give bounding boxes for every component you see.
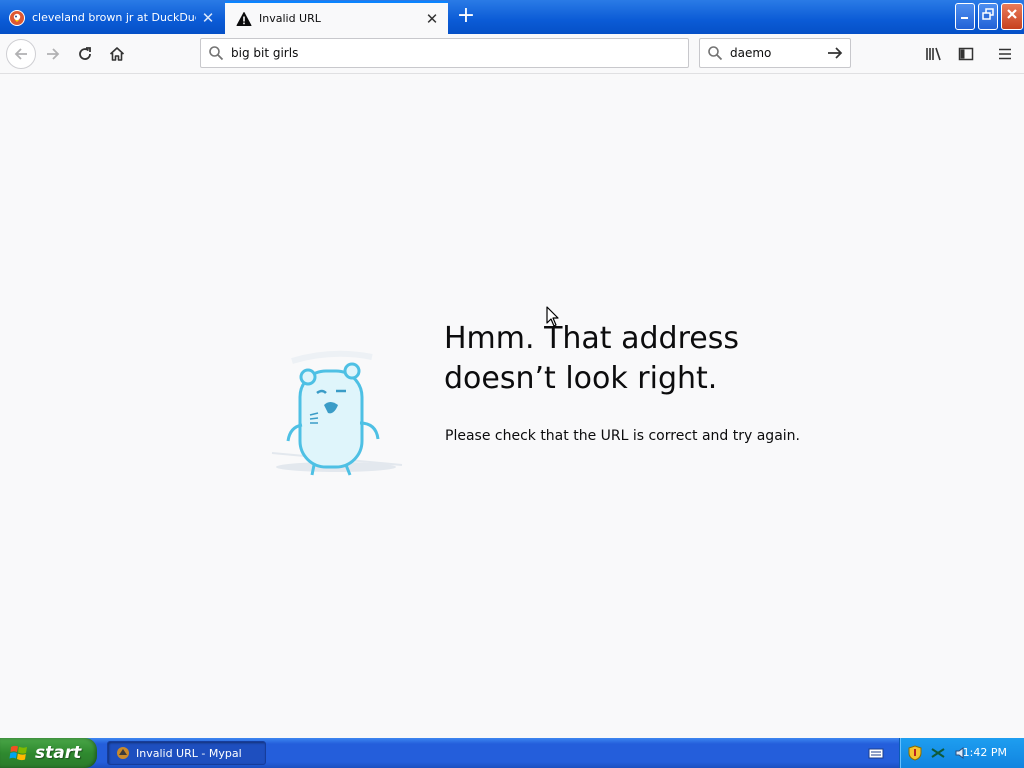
restore-button[interactable]	[978, 3, 998, 30]
warning-icon	[236, 11, 252, 26]
minimize-icon	[961, 17, 968, 19]
search-bar[interactable]	[699, 38, 851, 68]
close-tab-icon[interactable]: ✕	[420, 10, 444, 28]
url-input[interactable]	[231, 40, 688, 66]
taskbar-item-label: Invalid URL - Mypal	[136, 746, 242, 760]
hamburger-menu-icon	[999, 48, 1011, 60]
close-tab-icon[interactable]: ✕	[196, 9, 220, 27]
search-icon	[700, 45, 730, 61]
error-description: Please check that the URL is correct and…	[445, 428, 800, 444]
start-label: start	[35, 743, 82, 763]
reload-icon	[79, 47, 91, 60]
duckduckgo-icon	[9, 9, 25, 26]
clock: 1:42 PM	[962, 746, 1007, 759]
forward-button[interactable]	[39, 40, 67, 68]
minimize-button[interactable]	[955, 3, 975, 30]
confused-hamster-icon	[271, 350, 403, 476]
close-window-button[interactable]	[1001, 3, 1023, 30]
system-tray: 1:42 PM	[899, 738, 1024, 768]
tab-label: Invalid URL	[259, 12, 321, 25]
forward-arrow-icon	[47, 48, 60, 60]
sidebar-icon	[958, 47, 974, 61]
taskbar: start Invalid URL - Mypal 1:42 PM	[0, 738, 1024, 768]
error-page: Hmm. That address doesn’t look right. Pl…	[0, 75, 1024, 738]
keyboard-icon[interactable]	[868, 746, 884, 760]
windows-logo-icon	[9, 745, 27, 761]
security-shield-icon[interactable]	[908, 745, 922, 761]
mouse-cursor-icon	[546, 306, 559, 327]
reload-button[interactable]	[71, 40, 99, 68]
home-icon	[109, 47, 125, 61]
tab-strip: cleveland brown jr at DuckDuckGo ✕ Inval…	[0, 0, 1024, 34]
arrow-right-icon	[828, 47, 843, 59]
search-icon	[201, 45, 231, 61]
library-button[interactable]	[920, 40, 948, 68]
back-arrow-icon	[14, 48, 27, 60]
tab-duckduckgo[interactable]: cleveland brown jr at DuckDuckGo ✕	[0, 1, 224, 34]
home-button[interactable]	[103, 40, 131, 68]
close-icon	[1007, 9, 1017, 19]
tab-invalid-url[interactable]: Invalid URL ✕	[225, 1, 448, 34]
search-input[interactable]	[730, 40, 820, 66]
url-bar[interactable]	[200, 38, 689, 68]
sidebar-button[interactable]	[952, 40, 980, 68]
tab-label: cleveland brown jr at DuckDuckGo	[32, 11, 196, 24]
taskbar-item-mypal[interactable]: Invalid URL - Mypal	[107, 741, 266, 765]
search-go-button[interactable]	[820, 45, 850, 61]
network-icon[interactable]	[930, 746, 946, 760]
library-icon	[926, 47, 941, 61]
menu-button[interactable]	[991, 40, 1019, 68]
navigation-toolbar	[0, 34, 1024, 74]
back-button[interactable]	[6, 39, 36, 69]
mypal-icon	[117, 747, 129, 759]
restore-icon	[982, 8, 994, 20]
new-tab-button[interactable]: +	[452, 3, 480, 31]
start-button[interactable]: start	[0, 738, 97, 768]
error-title: Hmm. That address doesn’t look right.	[444, 321, 739, 396]
